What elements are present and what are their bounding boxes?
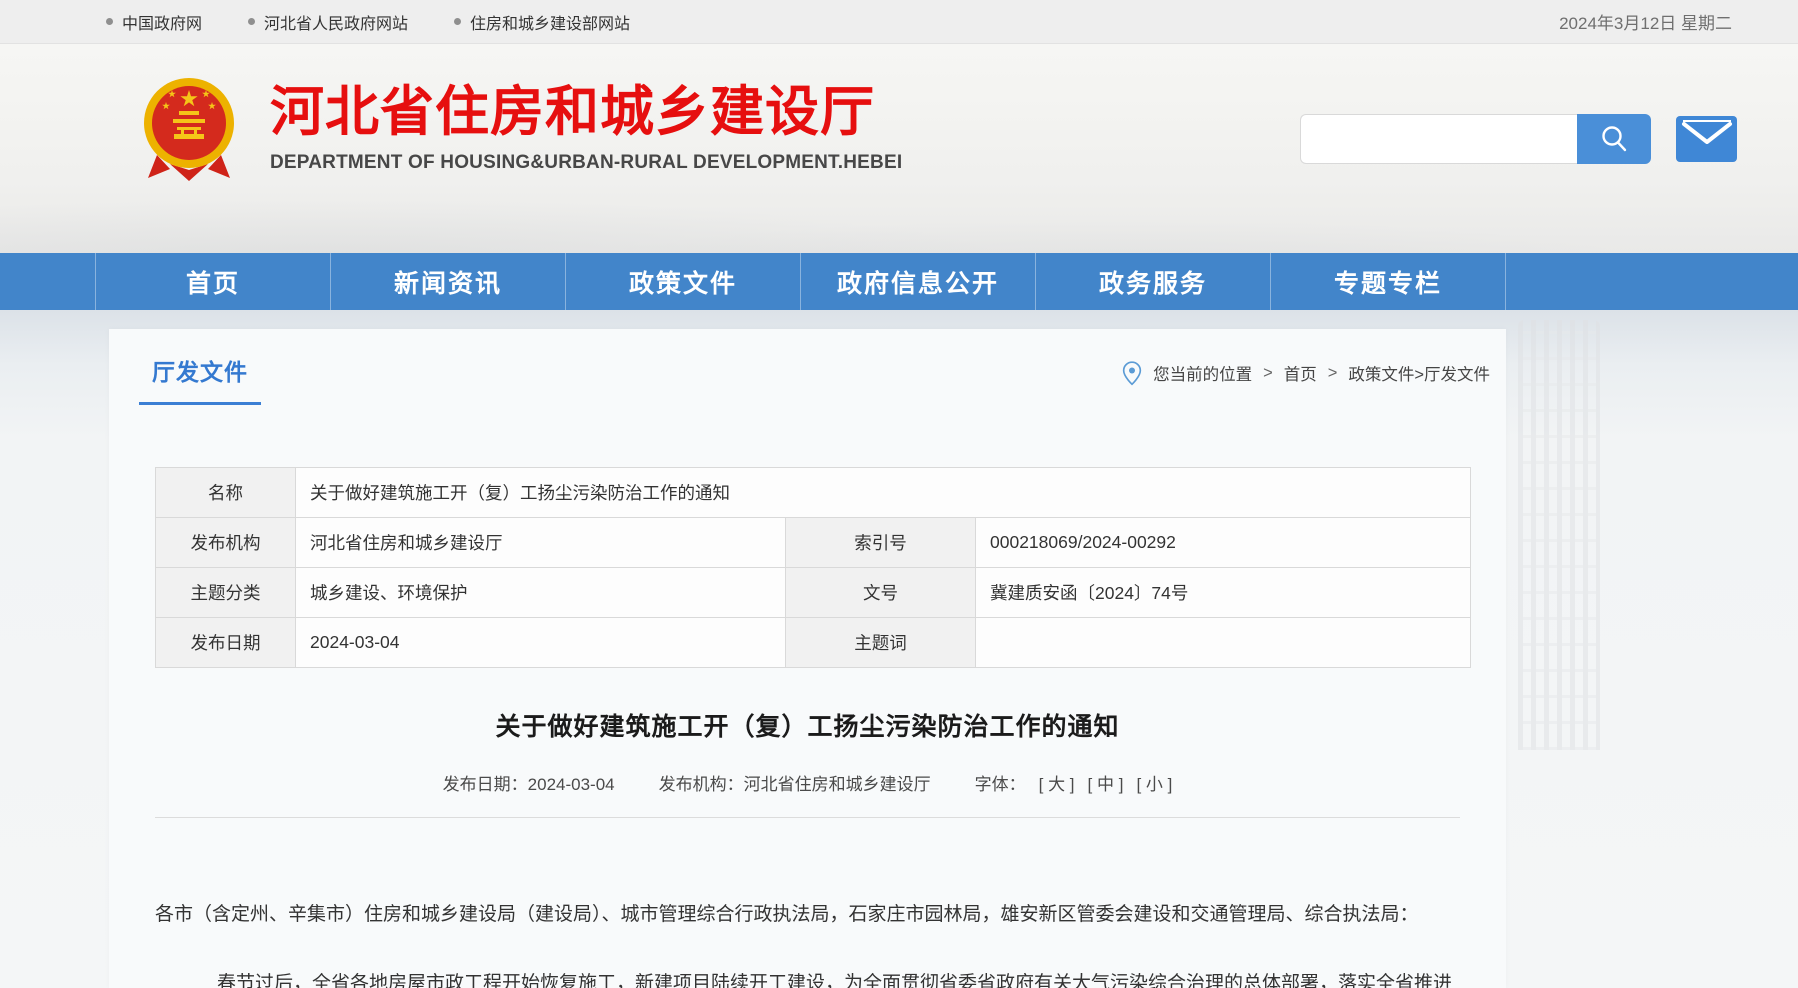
main-nav-inner: 首页 新闻资讯 政策文件 政府信息公开 政务服务 专题专栏 (95, 253, 1506, 310)
breadcrumb-separator: > (1263, 364, 1273, 383)
mail-button[interactable] (1676, 116, 1737, 162)
breadcrumb-section[interactable]: 政策文件>厅发文件 (1348, 361, 1490, 385)
meta-value-category: 城乡建设、环境保护 (296, 568, 786, 618)
article-title: 关于做好建筑施工开（复）工扬尘污染防治工作的通知 (109, 707, 1506, 743)
meta-value-keywords (976, 618, 1471, 668)
breadcrumb-label: 您当前的位置 (1153, 361, 1252, 385)
site-title: 河北省住房和城乡建设厅 (270, 84, 902, 141)
national-emblem-logo (143, 77, 235, 183)
content-background: 厅发文件 您当前的位置 > 首页 > 政策文件>厅发文件 名称 关于做好建筑施 (0, 310, 1798, 988)
search-input[interactable] (1300, 114, 1578, 164)
nav-item-home[interactable]: 首页 (95, 253, 330, 310)
article-pub-date: 发布日期：2024-03-04 (443, 770, 615, 795)
meta-label-publisher: 发布机构 (156, 518, 296, 568)
current-date: 2024年3月12日 星期二 (1559, 9, 1732, 34)
table-row: 主题分类 城乡建设、环境保护 文号 冀建质安函〔2024〕74号 (156, 568, 1471, 618)
font-size-label: 字体： (975, 770, 1026, 795)
toplink-label: 中国政府网 (122, 10, 202, 34)
bullet-icon (454, 18, 461, 25)
breadcrumb-home[interactable]: 首页 (1284, 361, 1317, 385)
document-meta-table: 名称 关于做好建筑施工开（复）工扬尘污染防治工作的通知 发布机构 河北省住房和城… (155, 467, 1471, 668)
content-card: 厅发文件 您当前的位置 > 首页 > 政策文件>厅发文件 名称 关于做好建筑施 (109, 329, 1506, 988)
meta-value-name: 关于做好建筑施工开（复）工扬尘污染防治工作的通知 (296, 468, 1471, 518)
toplink-china-gov[interactable]: 中国政府网 (106, 10, 202, 34)
tab-department-documents[interactable]: 厅发文件 (139, 353, 261, 405)
toplink-hebei-gov[interactable]: 河北省人民政府网站 (248, 10, 408, 34)
toplink-label: 住房和城乡建设部网站 (470, 10, 630, 34)
font-size-small-button[interactable]: [ 小 ] (1136, 770, 1172, 795)
nav-item-services[interactable]: 政务服务 (1035, 253, 1270, 310)
meta-label-doc-no: 文号 (786, 568, 976, 618)
article-paragraph-body: 春节过后，全省各地房屋市政工程开始恢复施工，新建项目陆续开工建设，为全面贯彻省委… (155, 969, 1470, 988)
brand-block: 河北省住房和城乡建设厅 DEPARTMENT OF HOUSING&URBAN-… (270, 84, 902, 174)
meta-label-pub-date: 发布日期 (156, 618, 296, 668)
nav-item-topics[interactable]: 专题专栏 (1270, 253, 1506, 310)
site-subtitle: DEPARTMENT OF HOUSING&URBAN-RURAL DEVELO… (270, 152, 902, 174)
site-header: 河北省住房和城乡建设厅 DEPARTMENT OF HOUSING&URBAN-… (0, 44, 1798, 253)
article-pub-org: 发布机构：河北省住房和城乡建设厅 (659, 770, 931, 795)
meta-label-keywords: 主题词 (786, 618, 976, 668)
article-meta-line: 发布日期：2024-03-04 发布机构：河北省住房和城乡建设厅 字体： [ 大… (109, 770, 1506, 795)
meta-value-doc-no: 冀建质安函〔2024〕74号 (976, 568, 1471, 618)
meta-label-category: 主题分类 (156, 568, 296, 618)
meta-label-name: 名称 (156, 468, 296, 518)
building-sketch-decoration (1518, 320, 1600, 750)
nav-item-news[interactable]: 新闻资讯 (330, 253, 565, 310)
breadcrumb-separator: > (1328, 364, 1338, 383)
article-paragraph-salutation: 各市（含定州、辛集市）住房和城乡建设局（建设局）、城市管理综合行政执法局，石家庄… (155, 900, 1470, 930)
meta-value-index-no: 000218069/2024-00292 (976, 518, 1471, 568)
magnifier-icon (1597, 122, 1631, 156)
search-button[interactable] (1577, 114, 1651, 164)
meta-value-pub-date: 2024-03-04 (296, 618, 786, 668)
table-row: 名称 关于做好建筑施工开（复）工扬尘污染防治工作的通知 (156, 468, 1471, 518)
envelope-icon (1681, 120, 1733, 158)
toplink-mohurd[interactable]: 住房和城乡建设部网站 (454, 10, 630, 34)
main-nav: 首页 新闻资讯 政策文件 政府信息公开 政务服务 专题专栏 (0, 253, 1798, 310)
nav-item-gov-info[interactable]: 政府信息公开 (800, 253, 1035, 310)
page: 中国政府网 河北省人民政府网站 住房和城乡建设部网站 2024年3月12日 星期… (0, 0, 1798, 988)
nav-item-policy[interactable]: 政策文件 (565, 253, 800, 310)
article-divider (155, 817, 1460, 818)
font-size-controls: 字体： [ 大 ] [ 中 ] [ 小 ] (975, 770, 1173, 795)
breadcrumb: 您当前的位置 > 首页 > 政策文件>厅发文件 (1122, 360, 1490, 386)
bullet-icon (248, 18, 255, 25)
bullet-icon (106, 18, 113, 25)
meta-value-publisher: 河北省住房和城乡建设厅 (296, 518, 786, 568)
top-utility-bar: 中国政府网 河北省人民政府网站 住房和城乡建设部网站 2024年3月12日 星期… (0, 0, 1798, 44)
table-row: 发布日期 2024-03-04 主题词 (156, 618, 1471, 668)
toplink-label: 河北省人民政府网站 (264, 10, 408, 34)
font-size-large-button[interactable]: [ 大 ] (1039, 770, 1075, 795)
meta-label-index-no: 索引号 (786, 518, 976, 568)
location-pin-icon (1122, 360, 1142, 386)
table-row: 发布机构 河北省住房和城乡建设厅 索引号 000218069/2024-0029… (156, 518, 1471, 568)
font-size-medium-button[interactable]: [ 中 ] (1088, 770, 1124, 795)
